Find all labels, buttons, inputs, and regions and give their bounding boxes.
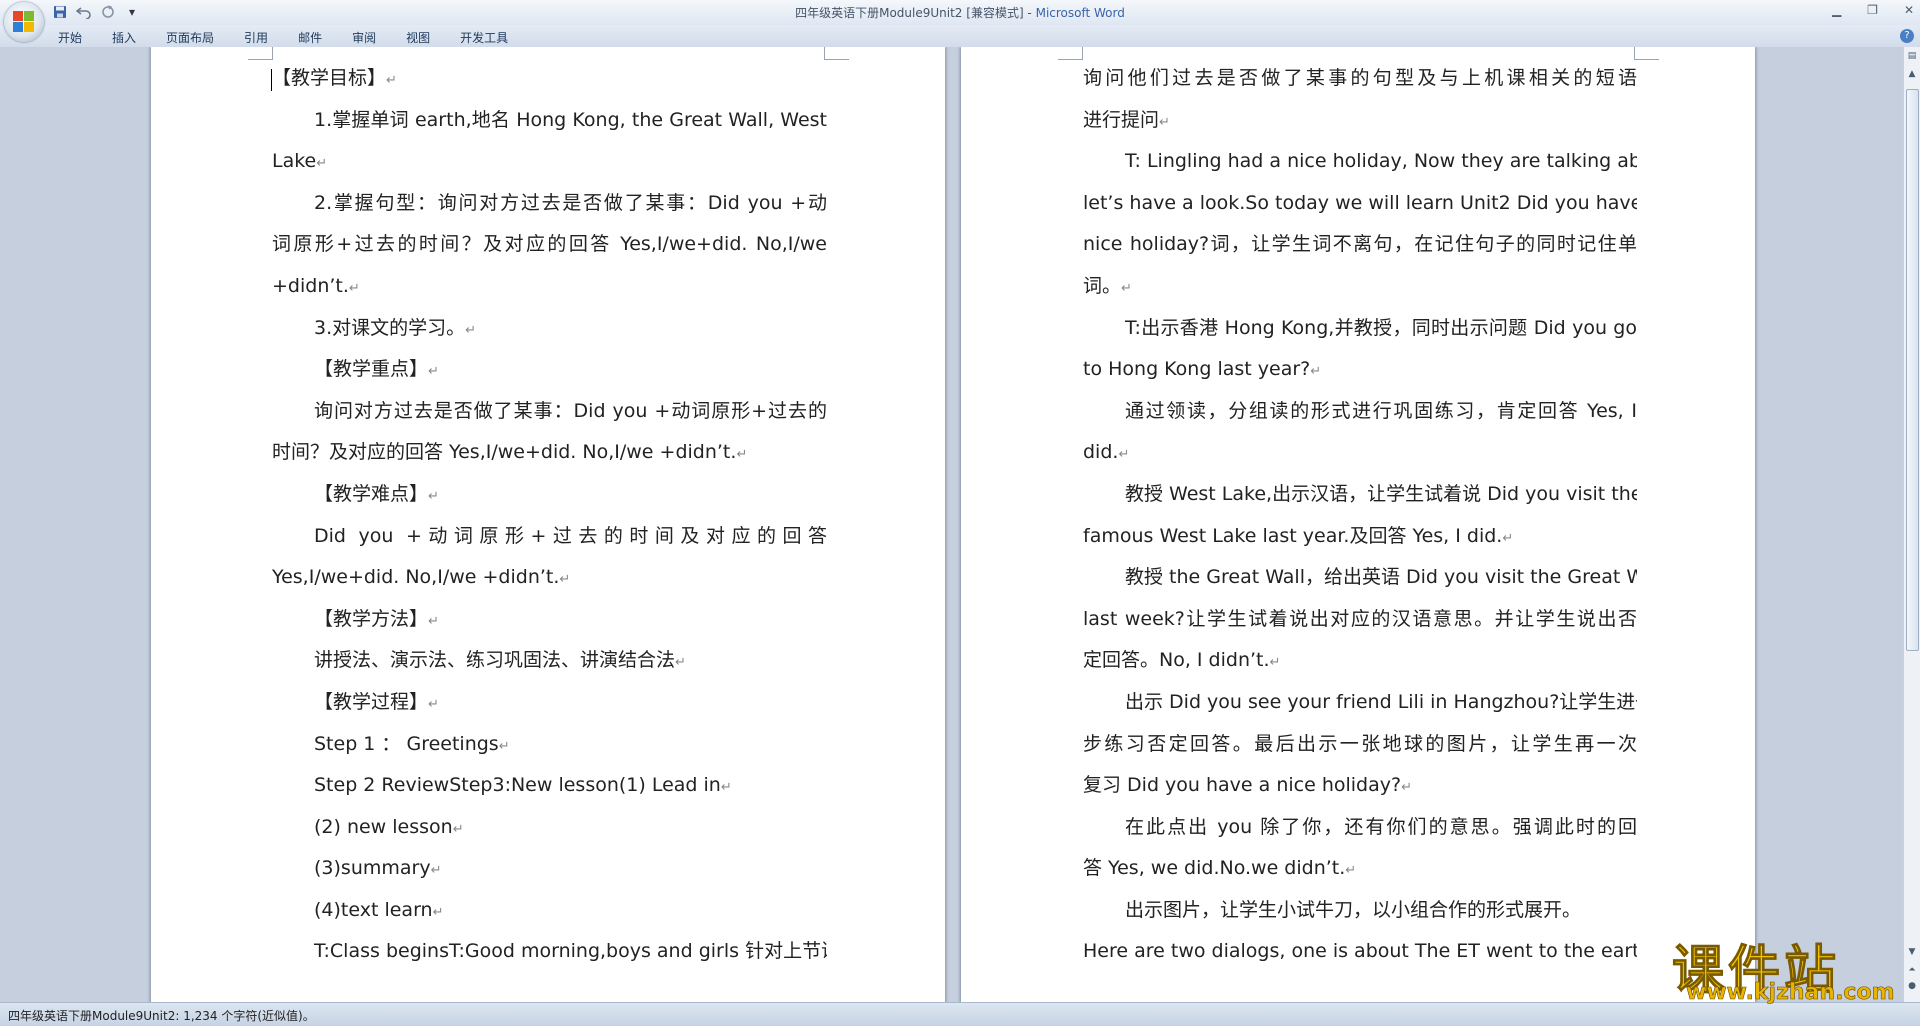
text-line: 步练习否定回答。最后出示一张地球的图片，让学生再一次 [1083,732,1637,755]
previous-page-icon[interactable]: ⏶ [1906,965,1918,979]
text-line: 询问他们过去是否做了某事的句型及与上机课相关的短语 [1083,67,1637,89]
crop-mark [1634,47,1659,60]
text-line: last week?让学生试着说出对应的汉语意思。并让学生说出否 [1083,607,1637,630]
crop-mark [824,47,849,60]
help-icon[interactable]: ? [1900,29,1914,43]
office-button[interactable] [4,2,44,42]
tab-references[interactable]: 引用 [244,29,268,46]
text-line: Did you +动词原形+过去的时间及对应的回答 [314,524,827,547]
text-line: 定回答。No, I didn’t.↵ [1083,649,1281,672]
status-text[interactable]: 四年级英语下册Module9Unit2: 1,234 个字符(近似值)。 [8,1007,315,1024]
maximize-icon[interactable]: ❐ [1867,3,1878,17]
text-line: 进行提问↵ [1083,108,1170,131]
text-line: 词。↵ [1083,274,1132,297]
text-line: 【教学重点】↵ [314,358,439,381]
text-line: 词原形+过去的时间？及对应的回答 Yes,I/we+did. No,I/we [272,233,827,256]
tab-home[interactable]: 开始 [58,29,82,46]
text-line: 复习 Did you have a nice holiday?↵ [1083,774,1412,797]
vertical-scrollbar[interactable]: ▤ ▲ ▼ ⏶ ● [1903,47,1920,1002]
text-line: 3.对课文的学习。↵ [314,316,477,339]
text-line: to Hong Kong last year?↵ [1083,358,1322,381]
tab-mailings[interactable]: 邮件 [298,29,322,46]
page-1-text[interactable]: 【教学目标】↵ 1.掌握单词 earth,地名 Hong Kong, the G… [272,58,827,973]
status-bar: 四年级英语下册Module9Unit2: 1,234 个字符(近似值)。 [0,1002,1920,1026]
text-line: T:出示香港 Hong Kong,并教授，同时出示问题 Did you go [1125,316,1637,339]
watermark-url: www.kjzhan.com [1686,980,1895,1006]
window-title: 四年级英语下册Module9Unit2 [兼容模式] - Microsoft W… [0,4,1920,21]
customize-qat-button[interactable]: ▾ [124,4,140,20]
browse-object-icon[interactable]: ● [1906,981,1918,995]
window-controls: ▁ ❐ ✕ [1832,3,1914,17]
office-logo-icon [13,11,35,33]
document-page-2[interactable]: 询问他们过去是否做了某事的句型及与上机课相关的短语 进行提问↵ T: Lingl… [961,47,1755,1002]
document-page-1[interactable]: 【教学目标】↵ 1.掌握单词 earth,地名 Hong Kong, the G… [151,47,945,1002]
text-line: nice holiday?词，让学生词不离句，在记住句子的同时记住单 [1083,233,1637,256]
text-line: (2) new lesson↵ [314,815,464,838]
title-bar: 四年级英语下册Module9Unit2 [兼容模式] - Microsoft W… [0,0,1920,25]
text-line: Step 2 ReviewStep3:New lesson(1) Lead in… [314,774,732,797]
text-line: 【教学过程】↵ [314,690,439,713]
text-line: (3)summary↵ [314,857,442,880]
text-line: did.↵ [1083,441,1130,464]
scrollbar-thumb[interactable] [1906,89,1919,651]
text-line: 【教学方法】↵ [314,607,439,630]
text-line: 通过领读，分组读的形式进行巩固练习，肯定回答 Yes, I [1125,399,1637,422]
text-line: 讲授法、演示法、练习巩固法、讲演结合法↵ [314,649,686,672]
document-title: 四年级英语下册Module9Unit2 [兼容模式] - [795,6,1036,20]
text-line: 【教学目标】↵ [272,67,397,89]
tab-developer[interactable]: 开发工具 [460,29,508,46]
tab-page-layout[interactable]: 页面布局 [166,29,214,46]
ruler-toggle-icon[interactable]: ▤ [1906,51,1918,65]
ribbon-tabs: 开始 插入 页面布局 引用 邮件 审阅 视图 开发工具 [58,29,538,46]
scroll-up-icon[interactable]: ▲ [1906,69,1918,83]
text-line: Lake↵ [272,150,328,173]
text-line: Yes,I/we+did. No,I/we +didn’t.↵ [272,566,571,589]
text-line: T:Class beginsT:Good morning,boys and gi… [314,940,827,963]
crop-mark [248,47,273,60]
text-line: (4)text learn↵ [314,898,444,921]
text-line: 教授 West Lake,出示汉语，让学生试着说 Did you visit t… [1125,482,1637,505]
text-line: Here are two dialogs, one is about The E… [1083,940,1637,963]
text-line: let’s have a look.So today we will learn… [1083,191,1637,214]
text-line: 询问对方过去是否做了某事：Did you +动词原形+过去的 [314,399,827,422]
text-line: 2.掌握句型：询问对方过去是否做了某事：Did you +动 [314,191,827,214]
crop-mark [1058,47,1083,60]
save-icon[interactable] [52,4,68,20]
text-line: 教授 the Great Wall，给出英语 Did you visit the… [1125,566,1637,589]
tab-review[interactable]: 审阅 [352,29,376,46]
text-line: 【教学难点】↵ [314,482,439,505]
close-icon[interactable]: ✕ [1904,3,1914,17]
redo-icon[interactable] [100,4,116,20]
text-line: 出示图片，让学生小试牛刀，以小组合作的形式展开。 [1125,898,1582,921]
undo-icon[interactable] [76,4,92,20]
page-2-text[interactable]: 询问他们过去是否做了某事的句型及与上机课相关的短语 进行提问↵ T: Lingl… [1083,58,1637,973]
ribbon-tab-bar: 开始 插入 页面布局 引用 邮件 审阅 视图 开发工具 ? [0,25,1920,48]
text-line: Step 1 ： Greetings↵ [314,732,510,755]
text-line: 1.掌握单词 earth,地名 Hong Kong, the Great Wal… [314,108,827,131]
text-line: T: Lingling had a nice holiday, Now they… [1125,150,1637,173]
document-workspace[interactable]: 【教学目标】↵ 1.掌握单词 earth,地名 Hong Kong, the G… [0,47,1904,1002]
text-line: famous West Lake last year.及回答 Yes, I di… [1083,524,1514,547]
text-line: +didn’t.↵ [272,274,360,297]
tab-view[interactable]: 视图 [406,29,430,46]
quick-access-toolbar: ▾ [52,4,140,20]
text-line: 答 Yes, we did.No.we didn’t.↵ [1083,857,1357,880]
app-name: Microsoft Word [1035,6,1125,20]
minimize-icon[interactable]: ▁ [1832,3,1841,17]
scroll-down-icon[interactable]: ▼ [1906,947,1918,961]
watermark-logo: 课件站 www.kjzhan.com [1671,928,1902,1006]
text-line: 时间？及对应的回答 Yes,I/we+did. No,I/we +didn’t.… [272,441,748,464]
text-line: 在此点出 you 除了你，还有你们的意思。强调此时的回 [1125,815,1637,838]
tab-insert[interactable]: 插入 [112,29,136,46]
text-line: 出示 Did you see your friend Lili in Hangz… [1125,690,1637,713]
